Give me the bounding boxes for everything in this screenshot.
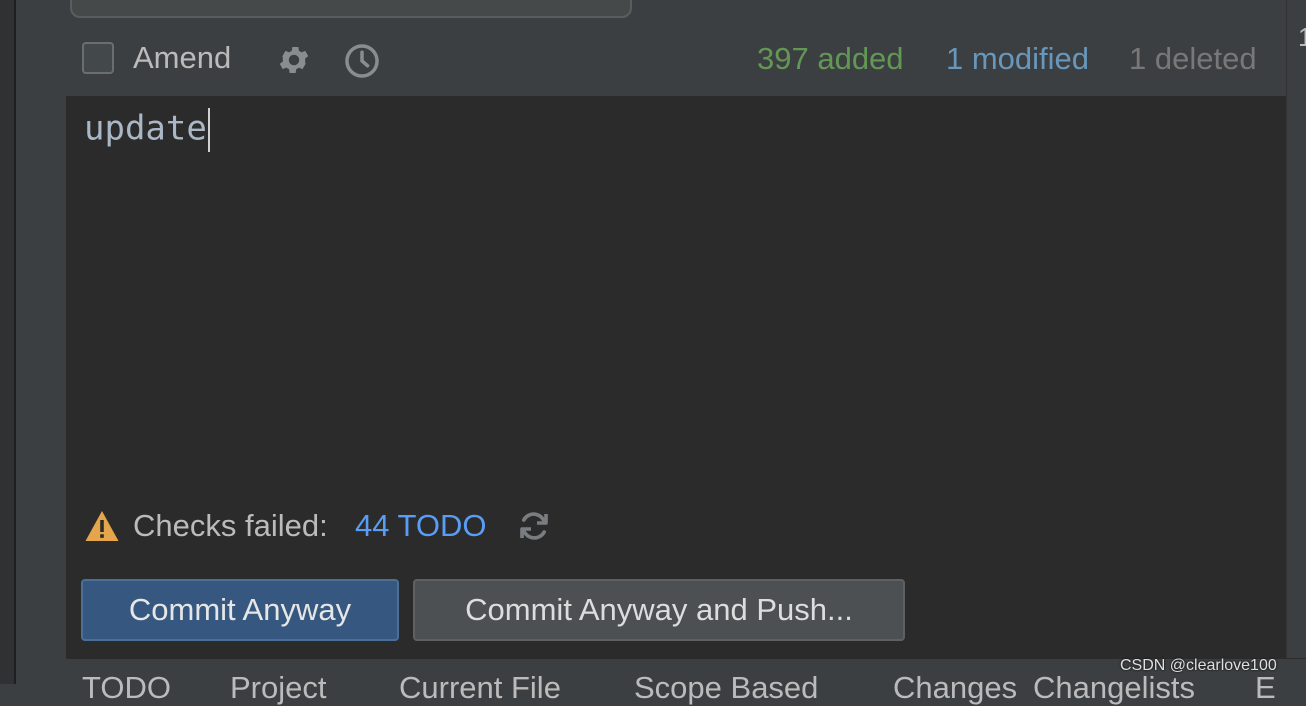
commit-message-text[interactable]: update (84, 108, 210, 152)
tab-project[interactable]: Project (230, 670, 326, 706)
commit-anyway-and-push-button[interactable]: Commit Anyway and Push... (413, 579, 905, 641)
tab-current-file[interactable]: Current File (399, 670, 561, 706)
right-edge-glyph: 1 (1298, 22, 1306, 52)
tab-changelists[interactable]: Changelists (1033, 670, 1195, 706)
commit-message-value: update (84, 108, 207, 149)
clock-icon[interactable] (343, 42, 381, 80)
commit-anyway-button[interactable]: Commit Anyway (81, 579, 399, 641)
watermark: CSDN @clearlove100 (1120, 657, 1277, 674)
commit-message-editor[interactable] (66, 96, 1286, 658)
warning-icon (85, 511, 119, 541)
tab-changes[interactable]: Changes (893, 670, 1017, 706)
right-edge-panel (1286, 0, 1306, 684)
amend-label: Amend (133, 40, 232, 75)
todo-link[interactable]: 44 TODO (355, 508, 487, 544)
gear-icon[interactable] (276, 42, 312, 78)
tab-overflow[interactable]: E (1255, 670, 1276, 706)
added-count: 397 added (757, 41, 904, 76)
left-edge-strip (0, 0, 14, 684)
refresh-icon[interactable] (516, 508, 552, 544)
text-caret (207, 108, 210, 152)
deleted-count: 1 deleted (1129, 41, 1257, 76)
changes-tree-field[interactable] (70, 0, 632, 18)
commit-options-bar (66, 24, 1286, 96)
checks-failed-label: Checks failed: (133, 508, 328, 543)
amend-checkbox[interactable] (82, 42, 114, 74)
left-gutter-panel (16, 0, 66, 684)
tab-todo[interactable]: TODO (82, 670, 171, 706)
modified-count: 1 modified (946, 41, 1090, 76)
tab-scope-based[interactable]: Scope Based (634, 670, 818, 706)
